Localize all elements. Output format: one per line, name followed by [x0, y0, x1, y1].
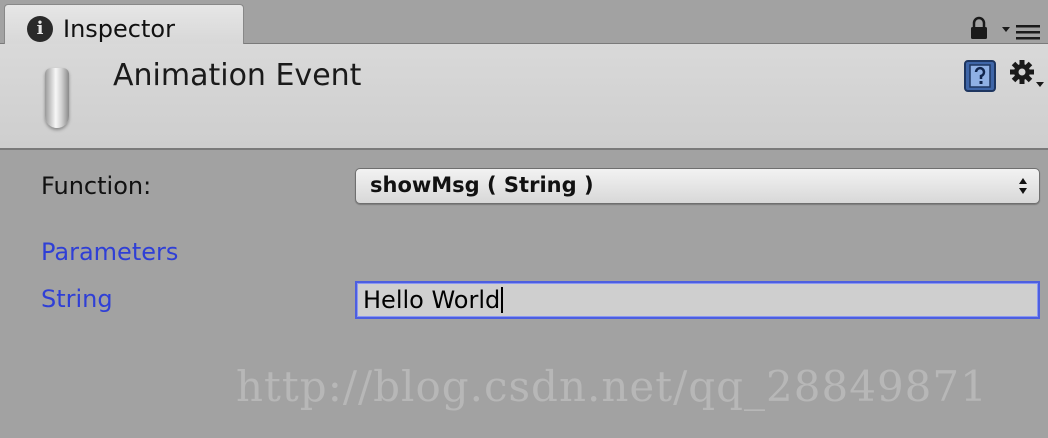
- lock-icon[interactable]: [968, 16, 990, 40]
- function-dropdown[interactable]: showMsg ( String ): [355, 168, 1040, 204]
- string-parameter-label: String: [41, 285, 113, 313]
- help-book-icon[interactable]: [962, 58, 998, 94]
- tab-strip: i Inspector: [0, 0, 1048, 45]
- string-parameter-input[interactable]: Hello World: [355, 281, 1040, 319]
- string-parameter-value: Hello World: [363, 287, 504, 313]
- function-label: Function:: [41, 172, 152, 200]
- watermark: http://blog.csdn.net/qq_28849871: [236, 362, 988, 411]
- info-icon: i: [27, 16, 53, 42]
- dropdown-arrows-icon: [1019, 178, 1027, 194]
- object-icon: [45, 68, 69, 128]
- panel-menu-icon[interactable]: [1000, 22, 1042, 42]
- tab-label: Inspector: [63, 15, 175, 43]
- inspector-header: Animation Event: [0, 44, 1048, 150]
- parameters-heading: Parameters: [41, 238, 179, 266]
- tab-inspector[interactable]: i Inspector: [4, 4, 244, 45]
- page-title: Animation Event: [113, 58, 362, 93]
- gear-icon[interactable]: [1008, 58, 1046, 90]
- function-dropdown-value: showMsg ( String ): [370, 173, 594, 197]
